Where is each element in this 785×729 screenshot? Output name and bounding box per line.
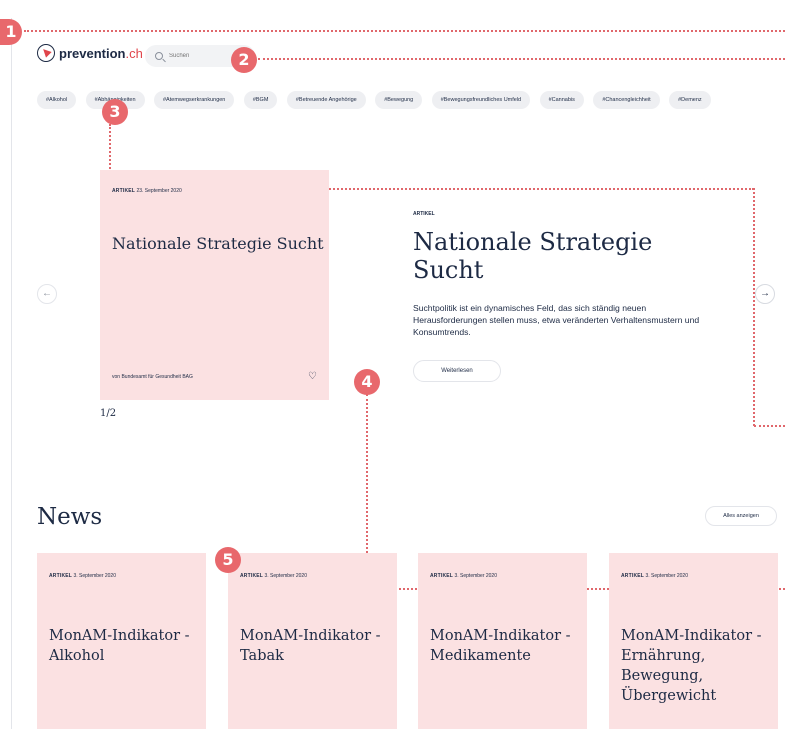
hero-title: Nationale Strategie Sucht <box>413 228 653 284</box>
logo-tld: .ch <box>125 45 143 61</box>
tag-chip[interactable]: #Bewegung <box>375 91 423 109</box>
news-card-type: ARTIKEL <box>49 573 73 579</box>
tag-chip[interactable]: #Demenz <box>669 91 711 109</box>
hero-card[interactable]: ARTIKEL 23. September 2020 Nationale Str… <box>100 170 329 400</box>
hero-card-source: von Bundesamt für Gesundheit BAG <box>112 374 193 380</box>
hero-card-title: Nationale Strategie Sucht <box>112 234 324 253</box>
news-card-meta: ARTIKEL 3. September 2020 <box>49 573 116 579</box>
news-card[interactable]: ARTIKEL 3. September 2020 MonAM-Indikato… <box>228 553 397 729</box>
news-card-title: MonAM-Indikator - Ernährung, Bewegung, Ü… <box>621 628 762 704</box>
tag-chip[interactable]: #Betreuende Angehörige <box>286 91 366 109</box>
guide-3-end <box>754 425 785 427</box>
tag-bar: #Alkohol #Abhängigkeiten #Atemwegserkran… <box>37 91 785 109</box>
news-card-date: 3. September 2020 <box>73 573 116 579</box>
tag-chip[interactable]: #Alkohol <box>37 91 77 109</box>
news-card-date: 3. September 2020 <box>454 573 497 579</box>
news-card-title: MonAM-Indikator - Tabak <box>240 628 381 664</box>
guide-3-drop <box>753 188 755 426</box>
news-card-date: 3. September 2020 <box>645 573 688 579</box>
news-card-title: MonAM-Indikator - Medikamente <box>430 628 571 664</box>
marker-4: 4 <box>354 369 380 395</box>
news-card[interactable]: ARTIKEL 3. September 2020 MonAM-Indikato… <box>418 553 587 729</box>
hero-card-meta: ARTIKEL 23. September 2020 <box>112 188 182 194</box>
carousel-prev-button[interactable]: ← <box>37 284 57 304</box>
site-logo[interactable]: prevention .ch <box>37 44 143 62</box>
tag-chip[interactable]: #Atemwegserkrankungen <box>154 91 235 109</box>
carousel-next-button[interactable]: → <box>755 284 775 304</box>
marker-2: 2 <box>231 47 257 73</box>
guide-1 <box>24 30 785 32</box>
search-input[interactable] <box>169 53 239 59</box>
news-card-type: ARTIKEL <box>621 573 645 579</box>
marker-3: 3 <box>102 99 128 125</box>
news-card[interactable]: ARTIKEL 3. September 2020 MonAM-Indikato… <box>37 553 206 729</box>
logo-name: prevention <box>59 45 126 61</box>
news-card-meta: ARTIKEL 3. September 2020 <box>240 573 307 579</box>
tag-chip[interactable]: #BGM <box>243 91 278 109</box>
tag-chip[interactable]: #Bewegungsfreundliches Umfeld <box>431 91 531 109</box>
marker-5: 5 <box>215 547 241 573</box>
hero-card-date: 23. September 2020 <box>136 188 182 194</box>
tag-chip[interactable]: #Cannabis <box>539 91 584 109</box>
read-more-button[interactable]: Weiterlesen <box>413 360 501 382</box>
news-card-type: ARTIKEL <box>240 573 264 579</box>
news-card[interactable]: ARTIKEL 3. September 2020 MonAM-Indikato… <box>609 553 778 729</box>
news-card-date: 3. September 2020 <box>264 573 307 579</box>
news-card-type: ARTIKEL <box>430 573 454 579</box>
guide-2 <box>258 58 785 60</box>
news-card-title: MonAM-Indikator - Alkohol <box>49 628 190 664</box>
search-icon <box>155 52 163 60</box>
heart-icon[interactable]: ♡ <box>308 372 317 382</box>
tag-chip[interactable]: #Chancengleichheit <box>593 91 660 109</box>
hero-card-type: ARTIKEL <box>112 188 136 194</box>
show-all-button[interactable]: Alles anzeigen <box>705 506 777 526</box>
logo-arrow-icon <box>37 44 55 62</box>
hero-label: ARTIKEL <box>413 211 435 217</box>
hero-description: Suchtpolitik ist ein dynamisches Feld, d… <box>413 303 700 337</box>
news-card-meta: ARTIKEL 3. September 2020 <box>430 573 497 579</box>
news-heading: News <box>37 504 103 530</box>
news-card-meta: ARTIKEL 3. September 2020 <box>621 573 688 579</box>
carousel-pager: 1/2 <box>100 408 117 419</box>
